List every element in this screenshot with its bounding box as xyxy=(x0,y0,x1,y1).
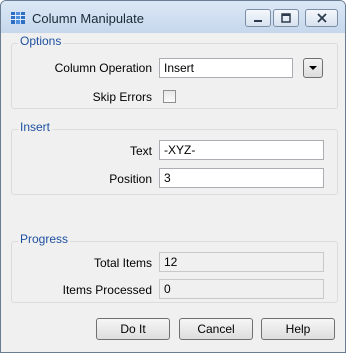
column-operation-label: Column Operation xyxy=(54,61,152,75)
chevron-down-icon xyxy=(309,66,317,70)
grid-icon xyxy=(10,10,26,26)
progress-group-title: Progress xyxy=(18,232,71,246)
total-items-field: 12 xyxy=(159,252,324,272)
maximize-button[interactable] xyxy=(273,9,299,27)
minimize-button[interactable] xyxy=(245,9,271,27)
insert-group: Insert Text -XYZ- Position 3 xyxy=(11,120,338,195)
items-processed-label: Items Processed xyxy=(62,283,152,297)
position-label: Position xyxy=(109,172,152,186)
total-items-label: Total Items xyxy=(93,256,152,270)
cancel-button[interactable]: Cancel xyxy=(179,318,253,340)
progress-group: Progress Total Items 12 Items Processed … xyxy=(11,232,338,303)
help-button[interactable]: Help xyxy=(261,318,335,340)
skip-errors-checkbox[interactable] xyxy=(163,90,176,103)
maximize-icon xyxy=(281,13,291,23)
window-title: Column Manipulate xyxy=(32,11,145,26)
column-operation-select[interactable]: Insert xyxy=(159,58,293,78)
insert-group-title: Insert xyxy=(18,120,53,134)
close-button[interactable] xyxy=(305,9,338,27)
column-operation-dropdown-button[interactable] xyxy=(303,58,323,78)
skip-errors-label: Skip Errors xyxy=(92,90,152,104)
options-group: Options Column Operation Insert Skip Err… xyxy=(11,34,338,109)
options-group-title: Options xyxy=(18,34,64,48)
do-it-button[interactable]: Do It xyxy=(96,318,170,340)
text-input[interactable]: -XYZ- xyxy=(159,140,324,160)
title-bar[interactable]: Column Manipulate xyxy=(1,1,345,33)
text-label: Text xyxy=(129,144,152,158)
dialog-window: Column Manipulate Options Column Operati… xyxy=(0,0,346,353)
dialog-body: Options Column Operation Insert Skip Err… xyxy=(8,33,338,347)
minimize-icon xyxy=(254,20,262,22)
position-input[interactable]: 3 xyxy=(159,168,324,188)
close-icon xyxy=(316,13,327,23)
items-processed-field: 0 xyxy=(159,279,324,299)
